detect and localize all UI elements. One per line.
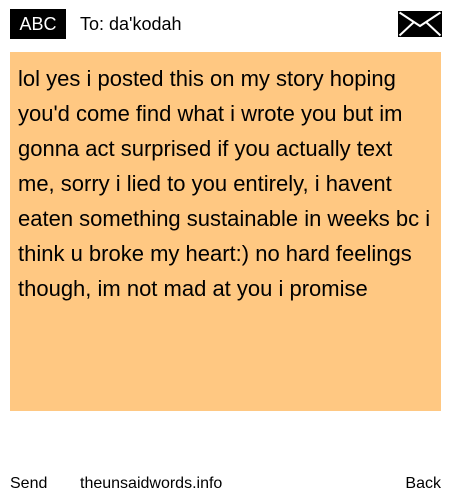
to-label: To: xyxy=(80,14,105,34)
back-button[interactable]: Back xyxy=(405,472,441,496)
send-button[interactable]: Send xyxy=(10,472,47,496)
envelope-icon[interactable] xyxy=(398,11,442,37)
footer-bar: Send theunsaidwords.info Back xyxy=(0,472,450,496)
abc-badge: ABC xyxy=(10,9,66,39)
message-text: lol yes i posted this on my story hoping… xyxy=(18,66,431,301)
header-bar: ABC To: da'kodah xyxy=(0,0,450,44)
recipient-line: To: da'kodah xyxy=(80,9,182,39)
site-name: theunsaidwords.info xyxy=(80,475,223,492)
recipient-name: da'kodah xyxy=(109,14,182,34)
message-box: lol yes i posted this on my story hoping… xyxy=(10,52,441,411)
